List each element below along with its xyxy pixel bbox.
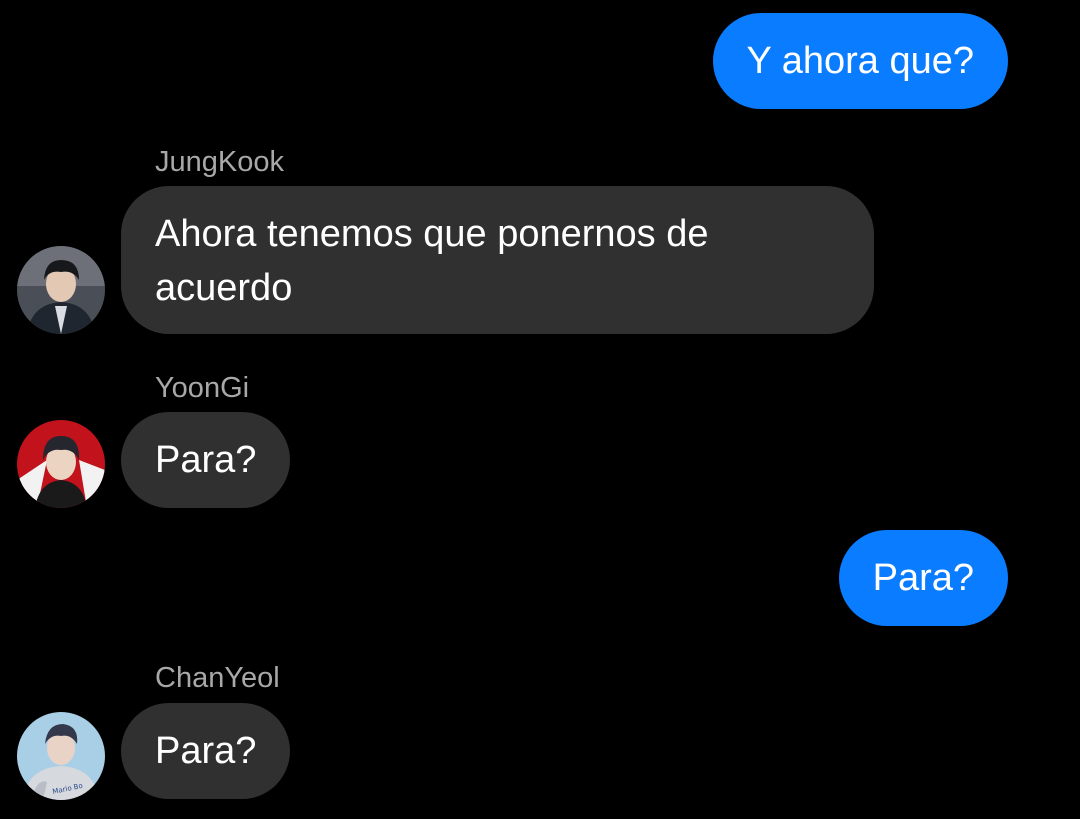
profile-photo <box>17 420 105 508</box>
chat-screen: { "messages": [ {"type": "outgoing", "te… <box>0 0 1080 819</box>
message-text: Para? <box>872 557 974 599</box>
message-text: Para? <box>155 439 257 481</box>
avatar-jungkook[interactable] <box>17 246 105 334</box>
outgoing-message-bubble[interactable]: Para? <box>838 530 1008 626</box>
outgoing-message-bubble[interactable]: Y ahora que? <box>712 13 1008 109</box>
message-text: Ahora tenemos que ponernos de acuerdo <box>155 213 709 309</box>
profile-photo <box>17 246 105 334</box>
avatar-chanyeol[interactable]: Mario Bo <box>17 712 105 800</box>
profile-photo: Mario Bo <box>17 712 105 800</box>
message-text: Y ahora que? <box>746 40 975 82</box>
sender-name: ChanYeol <box>155 662 280 694</box>
message-text: Para? <box>155 730 257 772</box>
incoming-message-bubble[interactable]: Para? <box>121 412 291 508</box>
sender-name: JungKook <box>155 146 284 178</box>
incoming-message-bubble[interactable]: Ahora tenemos que ponernos de acuerdo <box>121 186 874 334</box>
incoming-message-bubble[interactable]: Para? <box>121 703 291 799</box>
sender-name: YoonGi <box>155 372 250 404</box>
avatar-yoongi[interactable] <box>17 420 105 508</box>
